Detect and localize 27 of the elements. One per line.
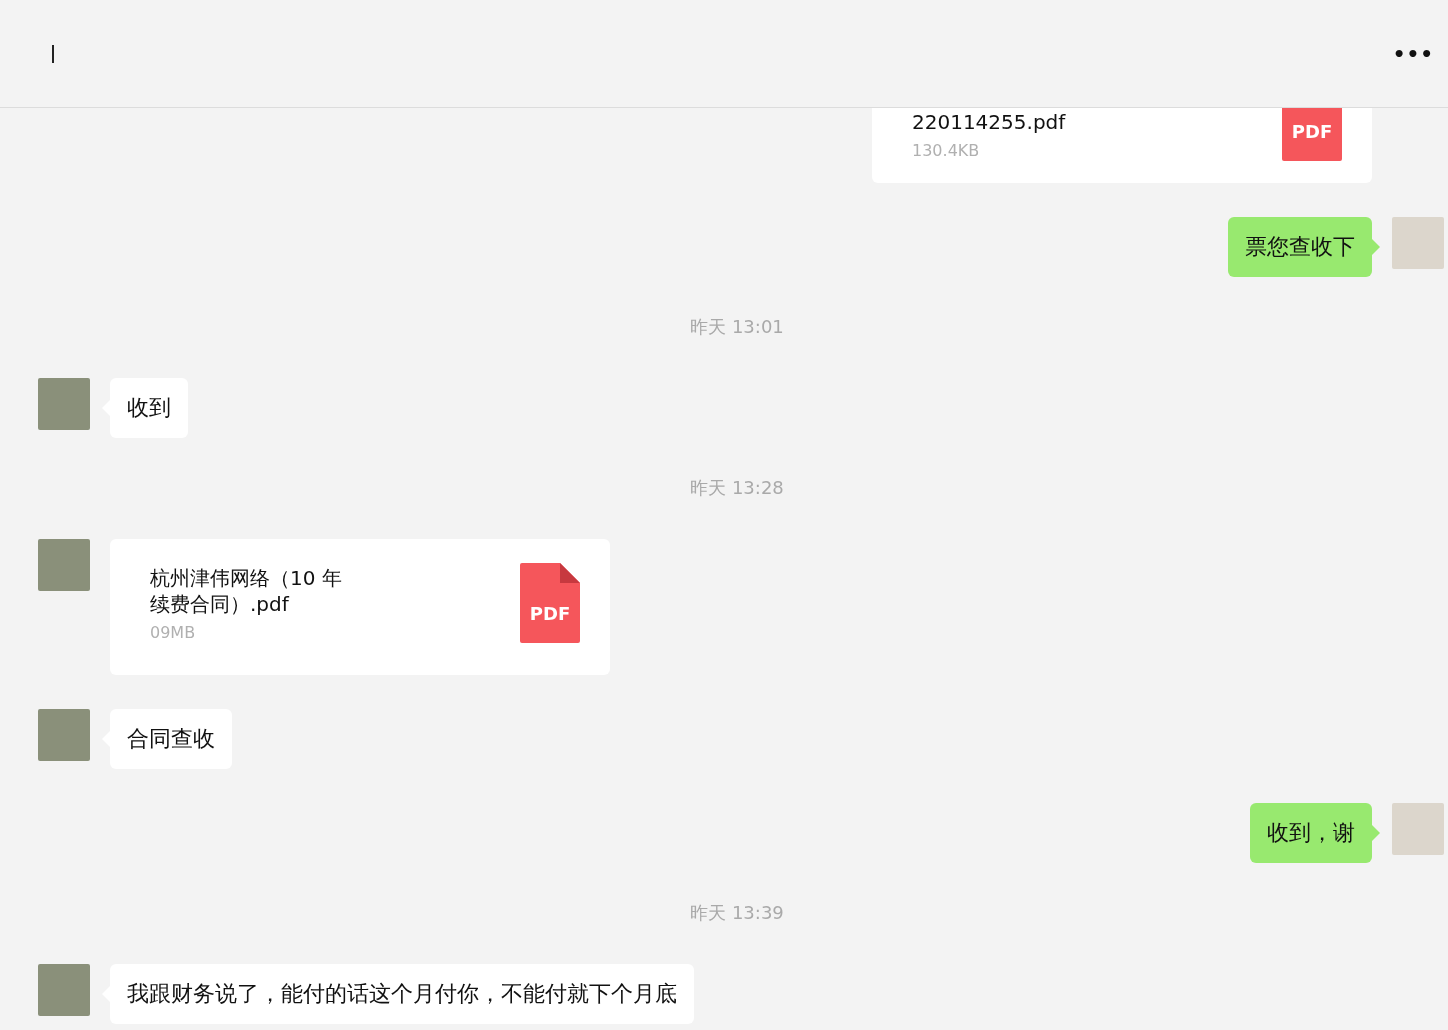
message-bubble: 我跟财务说了，能付的话这个月付你，不能付就下个月底 xyxy=(110,964,694,1024)
avatar-photo-placeholder xyxy=(38,964,90,1016)
bubble-tail xyxy=(1372,239,1380,255)
avatar-photo-placeholder xyxy=(1392,217,1444,269)
message-bubble: 收到 xyxy=(110,378,188,438)
timestamp: 昨天 13:01 xyxy=(690,315,785,339)
file-card[interactable]: 220114255.pdf 130.4KB PDF xyxy=(872,108,1372,183)
pdf-file-icon: PDF xyxy=(520,563,580,643)
pdf-file-icon: PDF xyxy=(1282,108,1342,161)
timestamp: 昨天 13:28 xyxy=(690,476,785,500)
message-bubble: 票您查收下 xyxy=(1228,217,1372,277)
file-name: 220114255.pdf xyxy=(912,109,1066,135)
more-button[interactable]: ••• xyxy=(1392,41,1434,66)
bubble-tail xyxy=(1372,825,1380,841)
file-name: 杭州津伟网络（10 年 xyxy=(150,565,342,591)
message-bubble: 合同查收 xyxy=(110,709,232,769)
message-bubble: 收到，谢 xyxy=(1250,803,1372,863)
text-cursor xyxy=(52,44,54,63)
file-card[interactable]: 杭州津伟网络（10 年 续费合同）.pdf 09MB PDF xyxy=(110,539,610,675)
timestamp: 昨天 13:39 xyxy=(690,901,785,925)
file-size: 130.4KB xyxy=(912,141,981,161)
avatar-photo-placeholder xyxy=(38,709,90,761)
file-name: 续费合同）.pdf xyxy=(150,591,291,617)
avatar-photo-placeholder xyxy=(1392,803,1444,855)
avatar-photo-placeholder xyxy=(38,539,90,591)
avatar-photo-placeholder xyxy=(38,378,90,430)
file-size: 09MB xyxy=(150,623,197,643)
